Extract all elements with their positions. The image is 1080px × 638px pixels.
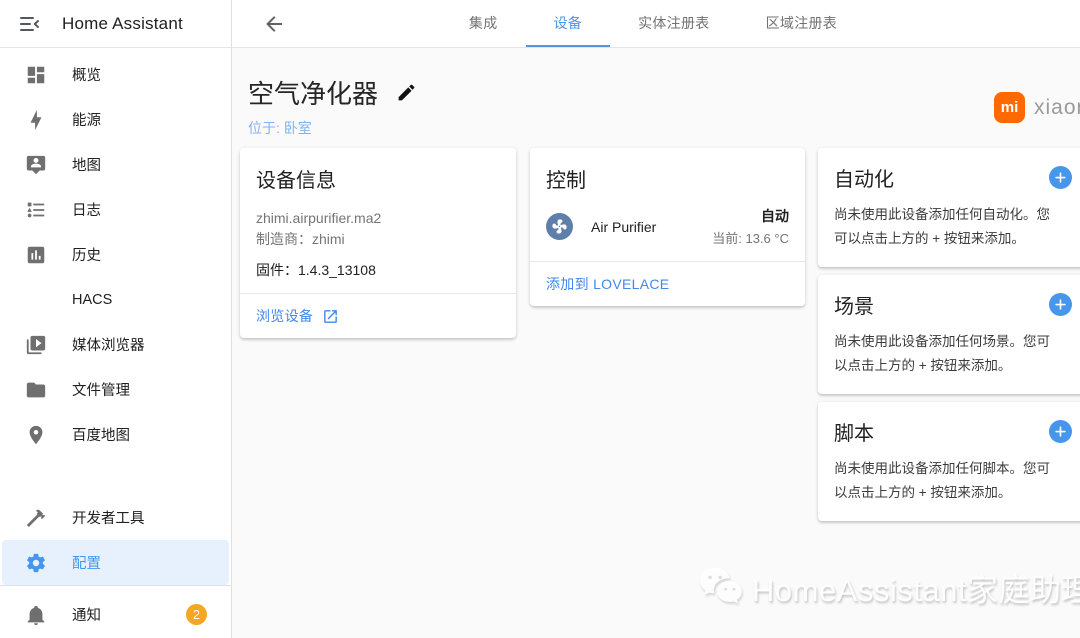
sidebar-item-label: 通知	[72, 604, 101, 625]
device-area-link[interactable]: 位于: 卧室	[248, 118, 417, 138]
watermark-text: HomeAssistant家庭助理	[752, 565, 1080, 610]
entity-state: 自动 当前: 13.6 °C	[712, 206, 789, 247]
sidebar-item-energy[interactable]: 能源	[2, 97, 229, 142]
open-in-new-icon	[322, 308, 339, 325]
entity-row[interactable]: Air Purifier 自动 当前: 13.6 °C	[546, 206, 789, 247]
sidebar-item-developer-tools[interactable]: 开发者工具	[2, 495, 229, 540]
page-header: 空气净化器 位于: 卧室	[248, 74, 417, 138]
sidebar-item-configuration[interactable]: 配置	[2, 540, 229, 585]
hammer-icon	[24, 506, 48, 530]
sidebar-item-media-browser[interactable]: 媒体浏览器	[2, 322, 229, 367]
tooltip-account-icon	[24, 153, 48, 177]
view-dashboard-icon	[24, 63, 48, 87]
sidebar-header: Home Assistant	[0, 0, 231, 48]
sidebar-item-label: 文件管理	[72, 379, 130, 400]
no-icon	[24, 288, 48, 312]
scene-empty-text: 尚未使用此设备添加任何场景。您可以点击上方的 + 按钮来添加。	[834, 330, 1062, 377]
wechat-icon	[696, 564, 748, 610]
sidebar-item-history[interactable]: 历史	[2, 232, 229, 277]
sidebar-item-label: 日志	[72, 199, 101, 220]
sidebar: Home Assistant 概览 能源 地图 日志 历史 HACS 媒体浏	[0, 0, 232, 638]
play-box-multiple-icon	[24, 333, 48, 357]
sidebar-item-map[interactable]: 地图	[2, 142, 229, 187]
top-bar: 集成 设备 实体注册表 区域注册表	[232, 0, 1080, 48]
app-title: Home Assistant	[62, 14, 183, 34]
sidebar-item-file-manager[interactable]: 文件管理	[2, 367, 229, 412]
list-bulleted-icon	[24, 198, 48, 222]
notification-badge: 2	[186, 604, 207, 625]
gear-icon	[24, 551, 48, 575]
sidebar-item-hacs[interactable]: HACS	[2, 277, 229, 322]
folder-icon	[24, 378, 48, 402]
xiaomi-logo-icon: mi	[994, 92, 1025, 123]
device-model: zhimi.airpurifier.ma2	[256, 208, 500, 229]
pencil-icon[interactable]	[396, 82, 417, 103]
plus-icon	[1053, 424, 1068, 439]
scene-card: 场景 尚未使用此设备添加任何场景。您可以点击上方的 + 按钮来添加。	[818, 275, 1080, 394]
control-card: 控制 Air Purifier 自动 当前: 13.6 °C 添加到 LOVEL…	[530, 148, 805, 306]
chart-box-icon	[24, 243, 48, 267]
air-purifier-icon	[546, 213, 573, 240]
tab-entity-registry[interactable]: 实体注册表	[610, 0, 738, 47]
sidebar-item-notifications[interactable]: 通知 2	[2, 592, 229, 637]
page-title: 空气净化器	[248, 74, 378, 111]
device-manufacturer: 制造商：zhimi	[256, 229, 500, 250]
sidebar-item-label: 地图	[72, 154, 101, 175]
sidebar-item-label: HACS	[72, 292, 112, 308]
card-title: 自动化	[834, 163, 894, 192]
automation-empty-text: 尚未使用此设备添加任何自动化。您可以点击上方的 + 按钮来添加。	[834, 203, 1062, 250]
tab-integrations[interactable]: 集成	[441, 0, 526, 47]
sidebar-item-logbook[interactable]: 日志	[2, 187, 229, 232]
sidebar-item-label: 配置	[72, 552, 101, 573]
card-title: 设备信息	[256, 164, 500, 193]
sidebar-item-overview[interactable]: 概览	[2, 52, 229, 97]
sidebar-item-label: 概览	[72, 64, 101, 85]
add-to-lovelace-label: 添加到 LOVELACE	[546, 274, 669, 294]
sidebar-item-label: 能源	[72, 109, 101, 130]
plus-icon	[1053, 170, 1068, 185]
entity-current-temp: 当前: 13.6 °C	[712, 228, 789, 247]
bell-icon	[24, 603, 48, 627]
watermark: HomeAssistant家庭助理	[696, 564, 1080, 610]
sidebar-item-label: 历史	[72, 244, 101, 265]
card-title: 脚本	[834, 417, 874, 446]
brand-name: xiaomi	[1034, 96, 1080, 120]
back-arrow-icon[interactable]	[262, 12, 286, 36]
add-script-button[interactable]	[1049, 420, 1072, 443]
device-info-card: 设备信息 zhimi.airpurifier.ma2 制造商：zhimi 固件：…	[240, 148, 516, 338]
brand-logo: mi xiaomi	[994, 92, 1080, 123]
sidebar-item-label: 媒体浏览器	[72, 334, 145, 355]
browse-device-button[interactable]: 浏览设备	[256, 306, 339, 326]
sidebar-spacer	[0, 457, 231, 495]
entity-name: Air Purifier	[591, 219, 656, 235]
map-marker-icon	[24, 423, 48, 447]
device-firmware: 固件：1.4.3_13108	[256, 260, 500, 281]
tab-bar: 集成 设备 实体注册表 区域注册表	[441, 0, 925, 47]
script-empty-text: 尚未使用此设备添加任何脚本。您可以点击上方的 + 按钮来添加。	[834, 457, 1062, 504]
tab-devices[interactable]: 设备	[526, 0, 611, 47]
add-automation-button[interactable]	[1049, 166, 1072, 189]
card-title: 控制	[546, 164, 789, 193]
card-title: 场景	[834, 290, 874, 319]
lightning-bolt-icon	[24, 108, 48, 132]
sidebar-item-label: 开发者工具	[72, 507, 145, 528]
add-to-lovelace-button[interactable]: 添加到 LOVELACE	[546, 274, 669, 294]
script-card: 脚本 尚未使用此设备添加任何脚本。您可以点击上方的 + 按钮来添加。	[818, 402, 1080, 521]
sidebar-footer: 通知 2	[0, 585, 231, 638]
sidebar-item-baidu-map[interactable]: 百度地图	[2, 412, 229, 457]
plus-icon	[1053, 297, 1068, 312]
add-scene-button[interactable]	[1049, 293, 1072, 316]
sidebar-nav: 概览 能源 地图 日志 历史 HACS 媒体浏览器 文件管理	[0, 48, 231, 585]
browse-device-label: 浏览设备	[256, 306, 313, 326]
sidebar-item-label: 百度地图	[72, 424, 130, 445]
tab-area-registry[interactable]: 区域注册表	[738, 0, 866, 47]
automation-card: 自动化 尚未使用此设备添加任何自动化。您可以点击上方的 + 按钮来添加。	[818, 148, 1080, 267]
entity-state-value: 自动	[712, 206, 789, 226]
main-content: 空气净化器 位于: 卧室 mi xiaomi 设备信息 zhimi.airpur…	[232, 48, 1080, 638]
sidebar-toggle-icon[interactable]	[18, 12, 42, 36]
